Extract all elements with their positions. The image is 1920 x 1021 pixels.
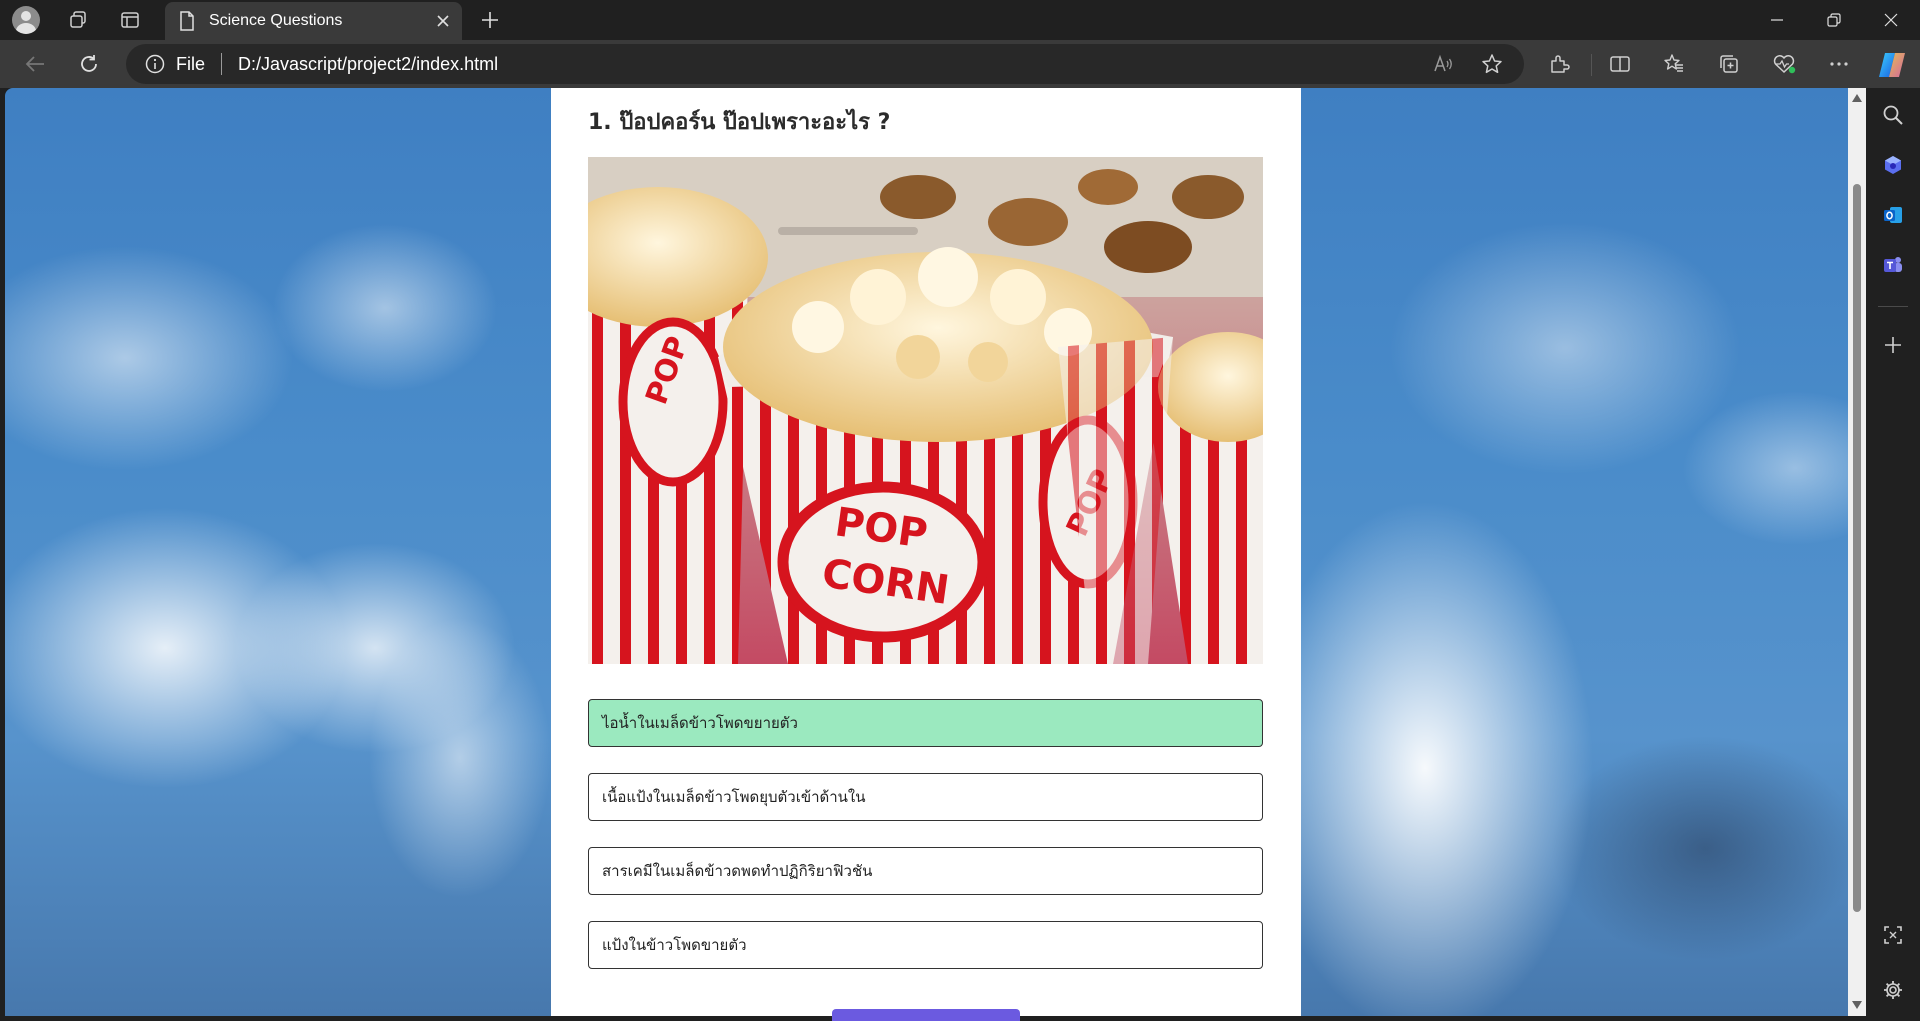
question-image: POP POP CORN POP	[588, 157, 1263, 664]
star-icon[interactable]	[1477, 49, 1507, 79]
new-tab-button[interactable]	[470, 4, 510, 36]
split-screen-icon[interactable]	[1601, 48, 1639, 80]
search-icon[interactable]	[1876, 98, 1910, 132]
answer-text: เนื้อแป้งในเมล็ดข้าวโพดยุบตัวเข้าด้านใน	[602, 788, 866, 806]
info-icon[interactable]	[144, 53, 166, 75]
copilot-icon[interactable]	[1876, 148, 1910, 182]
toolbar: File D:/Javascript/project2/index.html	[0, 40, 1920, 88]
back-icon[interactable]	[15, 46, 55, 82]
address-separator	[221, 53, 223, 75]
answer-text: ไอน้ำในเมล็ดข้าวโพดขยายตัว	[602, 714, 798, 732]
answer-option-1[interactable]: ไอน้ำในเมล็ดข้าวโพดขยายตัว	[588, 699, 1263, 747]
tab-strip: Science Questions	[0, 0, 1920, 40]
sidebar-divider	[1878, 306, 1908, 307]
profile-button[interactable]	[6, 4, 46, 36]
question-title: 1. ป๊อปคอร์น ป๊อปเพราะอะไร ?	[588, 110, 891, 135]
scroll-down-icon[interactable]	[1852, 1001, 1862, 1009]
settings-icon[interactable]	[1876, 973, 1910, 1007]
plus-icon	[482, 12, 498, 28]
plus-icon[interactable]	[1876, 328, 1910, 362]
tab-title: Science Questions	[209, 12, 343, 29]
next-button[interactable]	[832, 1009, 1020, 1021]
restore-button[interactable]	[1805, 0, 1863, 40]
toolbar-divider	[1591, 54, 1592, 76]
answer-text: สารเคมีในเมล็ดข้าวดพดทำปฏิกิริยาฟิวชัน	[602, 862, 873, 880]
copilot-icon[interactable]	[1875, 48, 1909, 82]
more-icon[interactable]	[1820, 48, 1858, 80]
teams-icon[interactable]	[1876, 248, 1910, 282]
profile-icon	[12, 6, 40, 34]
screenshot-icon[interactable]	[1876, 918, 1910, 952]
answer-option-2[interactable]: เนื้อแป้งในเมล็ดข้าวโพดยุบตัวเข้าด้านใน	[588, 773, 1263, 821]
url-text[interactable]: D:/Javascript/project2/index.html	[238, 54, 498, 75]
browser-essentials-icon[interactable]	[1765, 48, 1803, 80]
active-tab[interactable]: Science Questions	[165, 2, 462, 40]
url-scheme: File	[176, 53, 206, 74]
quiz-card: 1. ป๊อปคอร์น ป๊อปเพราะอะไร ? POP POP COR…	[551, 88, 1301, 1021]
outlook-icon[interactable]	[1876, 198, 1910, 232]
page-icon	[179, 11, 195, 31]
window-close-button[interactable]	[1862, 0, 1920, 40]
scroll-thumb[interactable]	[1853, 184, 1861, 912]
refresh-icon[interactable]	[69, 46, 109, 82]
minimize-button[interactable]	[1748, 0, 1806, 40]
answer-option-4[interactable]: แป้งในข้าวโพดขายตัว	[588, 921, 1263, 969]
extensions-icon[interactable]	[1540, 48, 1578, 80]
tab-actions-icon[interactable]	[110, 4, 150, 36]
answer-option-3[interactable]: สารเคมีในเมล็ดข้าวดพดทำปฏิกิริยาฟิวชัน	[588, 847, 1263, 895]
answer-text: แป้งในข้าวโพดขายตัว	[602, 936, 747, 954]
edge-sidebar	[1866, 88, 1920, 1021]
favorites-icon[interactable]	[1655, 48, 1693, 80]
close-icon[interactable]	[428, 6, 458, 36]
popcorn-image: POP POP CORN POP	[588, 157, 1263, 664]
scroll-up-icon[interactable]	[1852, 94, 1862, 102]
read-aloud-icon[interactable]	[1428, 49, 1458, 79]
address-bar[interactable]: File D:/Javascript/project2/index.html	[126, 44, 1524, 84]
workspaces-icon[interactable]	[58, 4, 98, 36]
collections-icon[interactable]	[1710, 48, 1748, 80]
page-scrollbar[interactable]	[1848, 88, 1866, 1016]
